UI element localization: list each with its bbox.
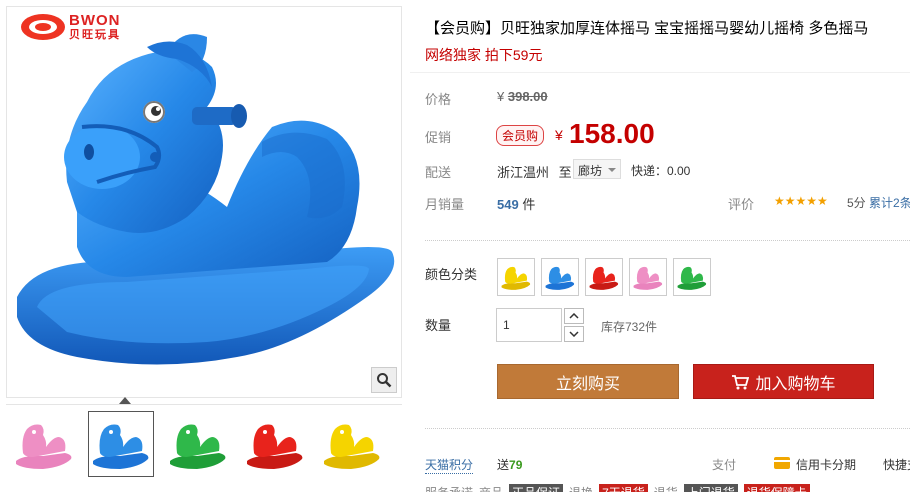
- points-prefix: 送: [497, 458, 510, 472]
- rocking-horse-swatch-pink: [633, 266, 663, 290]
- review-count: 累计2条: [869, 196, 910, 210]
- ship-to-value: 廊坊: [578, 164, 603, 178]
- chevron-down-icon: [569, 331, 579, 337]
- credit-installment-link[interactable]: 信用卡分期: [796, 456, 856, 473]
- thumb-selection-arrow: [119, 397, 131, 404]
- ship-to-select[interactable]: 廊坊: [573, 159, 621, 179]
- buy-now-button[interactable]: 立刻购买: [497, 364, 679, 399]
- divider: [425, 240, 910, 241]
- cart-icon: [732, 374, 750, 389]
- sale-price-symbol: ¥: [555, 127, 563, 143]
- thumbnail-red[interactable]: [242, 411, 308, 477]
- monthly-sales: 549 件: [497, 194, 535, 213]
- quantity-input[interactable]: [496, 308, 562, 342]
- original-price: ¥ 398.00: [497, 89, 548, 104]
- monthly-sales-unit: 件: [522, 197, 536, 212]
- rocking-horse-swatch-yellow: [501, 266, 531, 290]
- rocking-horse-image: [17, 34, 395, 365]
- monthly-sales-count: 549: [497, 197, 519, 212]
- price-info-panel: 价格 ¥ 398.00 促销 会员购 ¥ 158.00 配送 浙江温州 至 廊坊…: [410, 72, 910, 220]
- quick-pay-link[interactable]: 快捷支: [883, 456, 910, 473]
- service-badge[interactable]: 退货保障卡: [743, 484, 810, 492]
- rating-stars-icon: ★★★★★: [774, 194, 828, 208]
- ship-from-location: 浙江温州: [497, 165, 550, 180]
- service-item: 退货: [654, 484, 678, 492]
- color-swatch-yellow[interactable]: [497, 258, 535, 296]
- ship-to-prefix: 至: [558, 165, 572, 180]
- quantity-increase-button[interactable]: [564, 308, 584, 324]
- service-item: 退换: [569, 484, 593, 492]
- thumbnail-strip: [6, 404, 402, 488]
- chevron-up-icon: [569, 313, 579, 319]
- service-badge[interactable]: 7天退货: [599, 484, 648, 492]
- original-price-symbol: ¥: [497, 89, 505, 104]
- tmall-points-label[interactable]: 天猫积分: [425, 456, 474, 474]
- color-swatches: [497, 258, 711, 296]
- quantity-decrease-button[interactable]: [564, 326, 584, 342]
- thumbnail-yellow[interactable]: [319, 411, 385, 477]
- credit-card-icon: [774, 457, 790, 469]
- chevron-down-icon: [608, 168, 616, 172]
- rocking-horse-thumb-blue: [93, 424, 149, 469]
- service-badge[interactable]: 正品保证: [509, 484, 564, 492]
- main-product-image[interactable]: BWON 贝旺玩具: [6, 6, 402, 398]
- ship-from: 浙江温州 至: [497, 162, 572, 181]
- product-title: 【会员购】贝旺独家加厚连体摇马 宝宝摇摇马婴幼儿摇椅 多色摇马: [425, 20, 869, 37]
- price-label: 价格: [425, 92, 452, 107]
- service-promise-row: 服务承诺 商品 正品保证 退换 7天退货 退货 上门退货 退货保障卡: [425, 484, 810, 492]
- quantity-label: 数量: [425, 318, 452, 333]
- sale-price: 158.00: [569, 118, 655, 149]
- rocking-horse-swatch-blue: [545, 266, 575, 290]
- rocking-horse-thumb-pink: [16, 424, 72, 469]
- zoom-button[interactable]: [371, 367, 397, 393]
- rocking-horse-thumb-yellow: [324, 424, 380, 469]
- add-to-cart-button[interactable]: 加入购物车: [693, 364, 874, 399]
- stock-count: 库存732件: [601, 320, 658, 334]
- payment-label: 支付: [712, 458, 737, 472]
- add-to-cart-label: 加入购物车: [755, 373, 836, 393]
- rocking-horse-thumb-green: [170, 424, 226, 469]
- color-swatch-pink[interactable]: [629, 258, 667, 296]
- service-badge[interactable]: 上门退货: [683, 484, 738, 492]
- color-swatch-blue[interactable]: [541, 258, 579, 296]
- rocking-horse-swatch-red: [589, 266, 619, 290]
- thumbnail-blue[interactable]: [88, 411, 154, 477]
- product-gallery: BWON 贝旺玩具: [0, 0, 403, 492]
- rocking-horse-thumb-red: [247, 424, 303, 469]
- tmall-points-value: 送79: [497, 456, 522, 473]
- color-swatch-green[interactable]: [673, 258, 711, 296]
- promo-tag: 会员购: [496, 125, 545, 146]
- monthly-sales-label: 月销量: [425, 197, 465, 212]
- product-details: 【会员购】贝旺独家加厚连体摇马 宝宝摇摇马婴幼儿摇椅 多色摇马 网络独家 拍下5…: [410, 0, 910, 492]
- divider: [425, 428, 910, 429]
- rocking-horse-swatch-green: [677, 266, 707, 290]
- service-label: 服务承诺: [425, 484, 473, 492]
- magnifier-icon: [377, 373, 392, 388]
- color-swatch-red[interactable]: [585, 258, 623, 296]
- thumbnail-pink[interactable]: [11, 411, 77, 477]
- rating-score[interactable]: 5分 累计2条: [847, 194, 910, 211]
- shipping-fee: 快递：0.00: [631, 164, 691, 178]
- thumbnail-green[interactable]: [165, 411, 231, 477]
- promo-label: 促销: [425, 130, 452, 145]
- points-number: 79: [509, 458, 523, 472]
- rating-label: 评价: [728, 197, 755, 212]
- color-label: 颜色分类: [425, 267, 478, 282]
- original-price-value: 398.00: [507, 89, 548, 104]
- shipping-label: 配送: [425, 165, 452, 180]
- product-subtitle: 网络独家 拍下59元: [425, 47, 543, 63]
- rating-score-value: 5分: [847, 196, 866, 210]
- service-item: 商品: [479, 484, 503, 492]
